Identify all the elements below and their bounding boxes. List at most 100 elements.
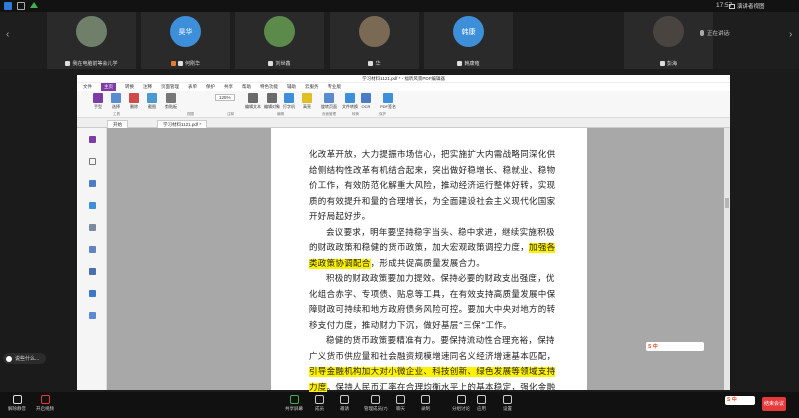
start-video-icon (40, 395, 50, 404)
menu-item[interactable]: 共享 (224, 83, 233, 91)
breakout-button[interactable]: 分组讨论 (452, 395, 470, 412)
participant-tile[interactable]: 昊华 何刚华 (141, 12, 230, 69)
ribbon-button[interactable]: 编辑文本 (245, 93, 261, 113)
bookmark-icon[interactable] (89, 136, 96, 143)
left-panel (77, 128, 107, 390)
menu-item[interactable]: 专业版 (328, 83, 342, 91)
mic-icon (457, 61, 463, 66)
ribbon-group-label: 转换 (352, 112, 359, 116)
ribbon-icon (267, 93, 277, 103)
ribbon-button[interactable]: 旋转页面 (321, 93, 337, 113)
ribbon-button[interactable]: OCR (361, 93, 371, 113)
security-icon[interactable] (17, 2, 25, 10)
record-button[interactable]: 录制 (421, 395, 430, 412)
menu-item[interactable]: 表单 (188, 83, 197, 91)
unmute-button[interactable]: 解除静音 (8, 395, 26, 412)
document-tab[interactable]: 学习材料1121.pdf * (157, 120, 208, 128)
ribbon-group-label: 注释 (227, 112, 234, 116)
chat-placeholder: 说些什么... (15, 356, 40, 362)
menu-item[interactable]: 转换 (125, 83, 134, 91)
ribbon-button[interactable]: 打字机 (283, 93, 295, 113)
menu-item[interactable]: 保护 (206, 83, 215, 91)
input-method-bar[interactable]: S 中 (646, 342, 704, 351)
end-meeting-button[interactable]: 结束会议 (762, 397, 786, 411)
ribbon-label: 手型 (94, 104, 102, 109)
settings-button[interactable]: 设置 (503, 395, 512, 412)
vertical-scrollbar[interactable] (724, 128, 730, 390)
menu-item[interactable]: 页面管理 (161, 83, 179, 91)
ribbon-button[interactable]: 删除 (129, 93, 139, 113)
prev-arrow-icon[interactable]: ‹ (6, 29, 9, 40)
record-icon (421, 395, 430, 404)
start-video-button[interactable]: 开启视频 (36, 395, 54, 412)
participant-tile[interactable]: 彭海 (624, 12, 713, 69)
document-canvas[interactable]: 化改革开放，大力提振市场信心，把实施扩大内需战略同深化供给侧结构性改革有机结合起… (107, 128, 730, 408)
info-icon[interactable] (4, 2, 12, 10)
ribbon-button[interactable]: 选择 (111, 93, 121, 113)
participant-name: 我在电脑前等会儿学 (47, 60, 136, 67)
unmute-icon (12, 395, 22, 404)
ribbon-group-label: 页面管理 (322, 112, 336, 116)
ribbon-button[interactable]: 高亮 (302, 93, 312, 113)
mic-icon (177, 61, 183, 66)
chat-button[interactable]: 聊天 (396, 395, 405, 412)
participant-tile[interactable]: 韩康韩康雍 (424, 12, 513, 69)
menu-item[interactable]: 云服务 (305, 83, 319, 91)
participant-name-text: 我在电脑前等会儿学 (72, 61, 118, 67)
scroll-thumb[interactable] (725, 198, 729, 208)
ribbon-button[interactable]: 手型 (93, 93, 103, 113)
ribbon-button[interactable]: 截图 (147, 93, 157, 113)
document-tab[interactable]: 开始 (107, 120, 128, 128)
security-panel-icon[interactable] (89, 268, 96, 275)
participant-name: 韩康雍 (424, 60, 513, 67)
participant-tile[interactable]: 刘世鑫 (235, 12, 324, 69)
attachment-icon[interactable] (89, 224, 96, 231)
tags-icon[interactable] (89, 290, 96, 297)
menu-item[interactable]: 注释 (143, 83, 152, 91)
ribbon-label: 编辑文本 (245, 104, 261, 109)
ribbon-button[interactable]: 剪贴板 (165, 93, 177, 113)
ribbon-label: 删除 (130, 104, 138, 109)
participant-name-text: 韩康雍 (464, 61, 480, 67)
host-icon (170, 61, 176, 66)
paragraph: 化改革开放，大力提振市场信心，把实施扩大内需战略同深化供给侧结构性改革有机结合起… (309, 148, 557, 226)
signal-icon[interactable] (30, 2, 38, 8)
signature-icon[interactable] (89, 246, 96, 253)
participant-tile[interactable]: 华 (330, 12, 419, 69)
toolbar-label: 录制 (421, 406, 430, 411)
chat-input[interactable]: 说些什么... (3, 353, 46, 364)
ribbon-button[interactable]: PDF签名 (380, 93, 396, 113)
participant-tile[interactable]: 我在电脑前等会儿学 (47, 12, 136, 69)
destinations-icon[interactable] (89, 312, 96, 319)
ribbon-label: 打字机 (283, 104, 295, 109)
menu-item[interactable]: 辅助 (287, 83, 296, 91)
avatar: 韩康 (453, 16, 484, 47)
ribbon-icon (111, 93, 121, 103)
zoom-select[interactable]: 125% (215, 94, 235, 101)
ribbon-button[interactable]: 文件转换 (342, 93, 358, 113)
page-thumbnail-icon[interactable] (89, 158, 96, 165)
share-screen-button[interactable]: 共享屏幕 (285, 395, 303, 412)
invite-button[interactable]: 邀请 (340, 395, 349, 412)
toolbar-label: 设置 (503, 406, 512, 411)
menu-item[interactable]: 帮助 (242, 83, 251, 91)
menu-item[interactable]: 主页 (101, 83, 116, 91)
ribbon-label: 剪贴板 (165, 104, 177, 109)
apps-button[interactable]: 应用 (477, 395, 486, 412)
view-mode-button[interactable]: 演讲者视图 (729, 1, 791, 11)
shared-screen: 学习材料1121.pdf * - 福昕风景PDF编辑器 文件 主页 转换 注释 页面管理… (77, 75, 730, 408)
ribbon-button[interactable]: 编辑对象 (264, 93, 280, 113)
share-screen-icon (289, 395, 299, 404)
input-method-tray[interactable]: S 中 (725, 396, 755, 405)
ribbon-label: OCR (361, 104, 371, 109)
menu-item[interactable]: 文件 (83, 83, 92, 91)
members-button[interactable]: 成员 (315, 395, 324, 412)
next-arrow-icon[interactable]: › (789, 29, 792, 40)
paragraph: 积极的财政政策要加力提效。保持必要的财政支出强度，优化组合赤字、专项债、贴息等工… (309, 272, 557, 334)
comment-icon[interactable] (89, 202, 96, 209)
manage-members-button[interactable]: 管理成员(7) (364, 395, 388, 412)
speaking-label: 正在讲话: (707, 31, 731, 37)
breakout-icon (456, 395, 466, 404)
menu-item[interactable]: 特色功能 (260, 83, 278, 91)
layers-icon[interactable] (89, 180, 96, 187)
